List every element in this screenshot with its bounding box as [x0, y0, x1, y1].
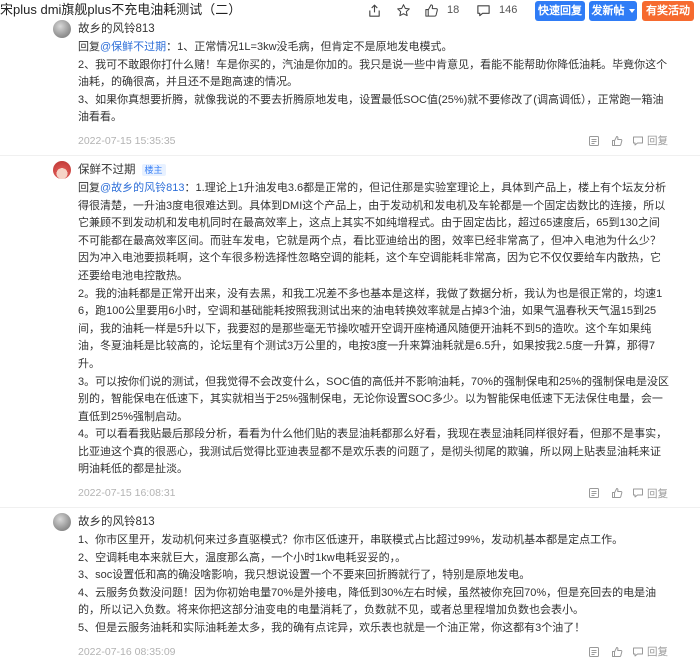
quick-reply-label: 快速回复 — [538, 5, 582, 17]
quick-reply-button[interactable]: 快速回复 — [535, 1, 585, 21]
post-paragraph: 回复@保鲜不过期：1、正常情况1L=3kw没毛病，但肯定不是原地发电模式。 — [78, 39, 670, 57]
reply-label: 回复 — [647, 135, 668, 148]
post-paragraph: 2、空调耗电本来就巨大，温度那么高，一个小时1kw电耗妥妥的，。 — [78, 551, 407, 564]
paragraph-text: ：1、正常情况1L=3kw没毛病，但肯定不是原地发电模式。 — [166, 41, 453, 53]
paragraph-text: ：1.理论上1升油发电3.6都是正常的，但记住那是实验室理论上，具体到产品上，楼… — [78, 181, 667, 282]
quote-icon[interactable] — [588, 646, 600, 658]
post-timestamp: 2022-07-16 08:35:09 — [78, 645, 176, 658]
avatar[interactable] — [53, 513, 71, 532]
reply-icon — [633, 488, 643, 498]
like-button[interactable]: 18 — [424, 2, 459, 18]
post-timestamp: 2022-07-15 15:35:35 — [78, 134, 176, 147]
event-label: 有奖活动 — [646, 5, 690, 17]
author-name[interactable]: 保鲜不过期 — [78, 163, 136, 178]
post-paragraph: 1、你市区里开，发动机何来过多直驱模式？你市区低速开，串联模式占比超过99%，发… — [78, 534, 624, 547]
thread-header: 宋plus dmi旗舰plus不充电油耗测试（二） 18 146 快速回复 发新… — [0, 0, 700, 21]
reply-label: 回复 — [647, 646, 668, 659]
post-paragraph: 3、如果你真想要折腾，就像我说的不要去折腾原地发电，设置最低SOC值(25%)就… — [78, 93, 664, 124]
post-footer: 2022-07-15 16:08:31 回复 — [78, 485, 668, 501]
like-count: 18 — [447, 4, 460, 16]
comment-button[interactable]: 146 — [476, 2, 517, 18]
post-paragraph: 4。可以看看我贴最后那段分析，看看为什么他们贴的表显油耗都那么好看，我现在表显油… — [78, 428, 668, 476]
event-button[interactable]: 有奖活动 — [642, 1, 694, 21]
mention-link[interactable]: @故乡的风铃813 — [100, 182, 185, 194]
post-actions: 回复 — [577, 644, 668, 659]
share-icon — [369, 4, 380, 17]
author-line: 保鲜不过期 楼主 — [78, 163, 166, 178]
new-post-label: 发新帖 — [591, 5, 625, 17]
like-icon[interactable] — [611, 646, 623, 658]
reply-icon — [633, 647, 643, 657]
post-paragraph: 5、但是云服务油耗和实际油耗差太多，我的确有点诧异，欢乐表也就是一个油正常，你这… — [78, 622, 586, 635]
thumb-up-icon — [425, 3, 438, 17]
post-paragraph: 2。我的油耗都是正常开出来，没有去黑，和我工况差不多也基本是这样，我做了数据分析… — [78, 287, 663, 370]
post-paragraph: 3、soc设置低和高的确没啥影响，我只想说设置一个不要来回折腾就行了，特别是原地… — [78, 569, 531, 582]
post-actions: 回复 — [577, 133, 668, 148]
reply-button[interactable]: 回复 — [632, 644, 668, 659]
post-timestamp: 2022-07-15 16:08:31 — [78, 487, 176, 500]
post-header: 故乡的风铃813 — [0, 513, 700, 532]
reply-prefix: 回复 — [78, 181, 100, 194]
post-footer: 2022-07-16 08:35:09 回复 — [78, 644, 668, 660]
avatar[interactable] — [53, 160, 71, 179]
post-paragraph: 4、云服务负数没问题！因为你初始电量70%是外接电，降低到30%左右时候，虽然被… — [78, 586, 657, 617]
post-paragraph: 2、我可不敢跟你打什么赌！车是你买的，汽油是你加的。我只是说一些中肯意见，看能不… — [78, 58, 668, 89]
comment-count: 146 — [499, 4, 518, 16]
like-icon[interactable] — [611, 487, 623, 499]
reply-icon — [633, 136, 643, 146]
reply-post: 保鲜不过期 楼主 回复@故乡的风铃813：1.理论上1升油发电3.6都是正常的，… — [0, 156, 700, 509]
thread-title: 宋plus dmi旗舰plus不充电油耗测试（二） — [0, 2, 242, 17]
chevron-down-icon — [628, 9, 635, 13]
new-post-button[interactable]: 发新帖 — [589, 1, 637, 21]
reply-button[interactable]: 回复 — [632, 486, 668, 501]
favorite-button[interactable] — [396, 2, 411, 18]
avatar[interactable] — [53, 20, 71, 38]
post-actions: 回复 — [577, 486, 668, 501]
reply-post: 故乡的风铃813 回复@保鲜不过期：1、正常情况1L=3kw没毛病，但肯定不是原… — [0, 20, 700, 156]
reply-post: 故乡的风铃813 1、你市区里开，发动机何来过多直驱模式？你市区低速开，串联模式… — [0, 508, 700, 660]
post-paragraph: 回复@故乡的风铃813：1.理论上1升油发电3.6都是正常的，但记住那是实验室理… — [78, 180, 670, 286]
author-name[interactable]: 故乡的风铃813 — [78, 22, 155, 37]
author-name[interactable]: 故乡的风铃813 — [78, 515, 155, 530]
reply-button[interactable]: 回复 — [632, 133, 668, 148]
post-paragraph: 3。可以按你们说的测试，但我觉得不会改变什么，SOC值的高低并不影响油耗，70%… — [78, 375, 669, 423]
quote-icon[interactable] — [588, 135, 600, 147]
author-line: 故乡的风铃813 — [78, 515, 155, 530]
post-content: 回复@故乡的风铃813：1.理论上1升油发电3.6都是正常的，但记住那是实验室理… — [78, 180, 670, 479]
star-icon — [397, 3, 410, 16]
quote-icon[interactable] — [588, 487, 600, 499]
post-content: 1、你市区里开，发动机何来过多直驱模式？你市区低速开，串联模式占比超过99%，发… — [78, 532, 670, 638]
reply-label: 回复 — [647, 487, 668, 500]
author-line: 故乡的风铃813 — [78, 22, 155, 37]
thread-starter-badge: 楼主 — [141, 164, 166, 177]
reply-prefix: 回复 — [78, 41, 100, 53]
post-content: 回复@保鲜不过期：1、正常情况1L=3kw没毛病，但肯定不是原地发电模式。 2、… — [78, 39, 670, 127]
comment-icon — [477, 4, 490, 16]
post-footer: 2022-07-15 15:35:35 回复 — [78, 133, 668, 149]
post-header: 保鲜不过期 楼主 — [0, 160, 700, 180]
reply-list: 故乡的风铃813 回复@保鲜不过期：1、正常情况1L=3kw没毛病，但肯定不是原… — [0, 20, 700, 660]
mention-link[interactable]: @保鲜不过期 — [100, 41, 166, 53]
post-header: 故乡的风铃813 — [0, 20, 700, 39]
like-icon[interactable] — [611, 135, 623, 147]
share-button[interactable] — [367, 2, 382, 18]
